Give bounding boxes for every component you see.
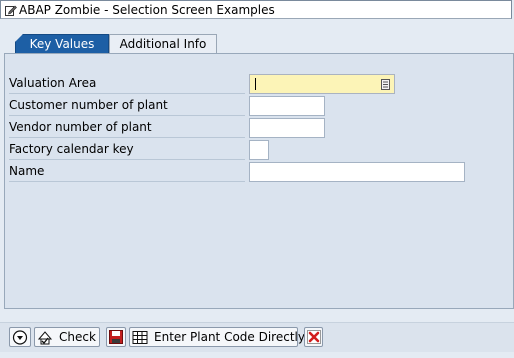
factory-calendar-input[interactable] xyxy=(249,140,269,160)
text-cursor xyxy=(255,78,256,90)
cancel-button[interactable] xyxy=(304,327,323,347)
cancel-icon xyxy=(307,330,321,344)
check-button[interactable]: Check xyxy=(34,327,100,347)
value-help-icon[interactable] xyxy=(381,79,390,90)
application-toolbar: Check Enter Plant Code Directly xyxy=(0,322,514,352)
window-edit-icon xyxy=(5,5,17,16)
check-label: Check xyxy=(59,330,96,344)
check-icon xyxy=(37,331,53,345)
save-icon xyxy=(109,330,123,344)
execute-icon xyxy=(12,330,28,345)
factory-calendar-label: Factory calendar key xyxy=(9,140,245,160)
valuation-area-label: Valuation Area xyxy=(9,74,245,94)
save-button[interactable] xyxy=(106,327,126,347)
enter-plant-code-label: Enter Plant Code Directly xyxy=(154,330,305,344)
name-input[interactable] xyxy=(249,162,465,182)
name-label: Name xyxy=(9,162,245,182)
window-title: ABAP Zombie - Selection Screen Examples xyxy=(19,3,275,17)
execute-button[interactable] xyxy=(9,327,31,347)
valuation-area-input[interactable] xyxy=(249,74,395,94)
customer-number-label: Customer number of plant xyxy=(9,96,245,116)
tab-additional-info[interactable]: Additional Info xyxy=(109,34,217,54)
enter-plant-code-directly-button[interactable]: Enter Plant Code Directly xyxy=(129,327,305,347)
vendor-number-input[interactable] xyxy=(249,118,325,138)
tab-key-values[interactable]: Key Values xyxy=(15,34,109,54)
table-grid-icon xyxy=(132,331,148,344)
customer-number-input[interactable] xyxy=(249,96,325,116)
window-title-bar: ABAP Zombie - Selection Screen Examples xyxy=(0,0,512,19)
vendor-number-label: Vendor number of plant xyxy=(9,118,245,138)
